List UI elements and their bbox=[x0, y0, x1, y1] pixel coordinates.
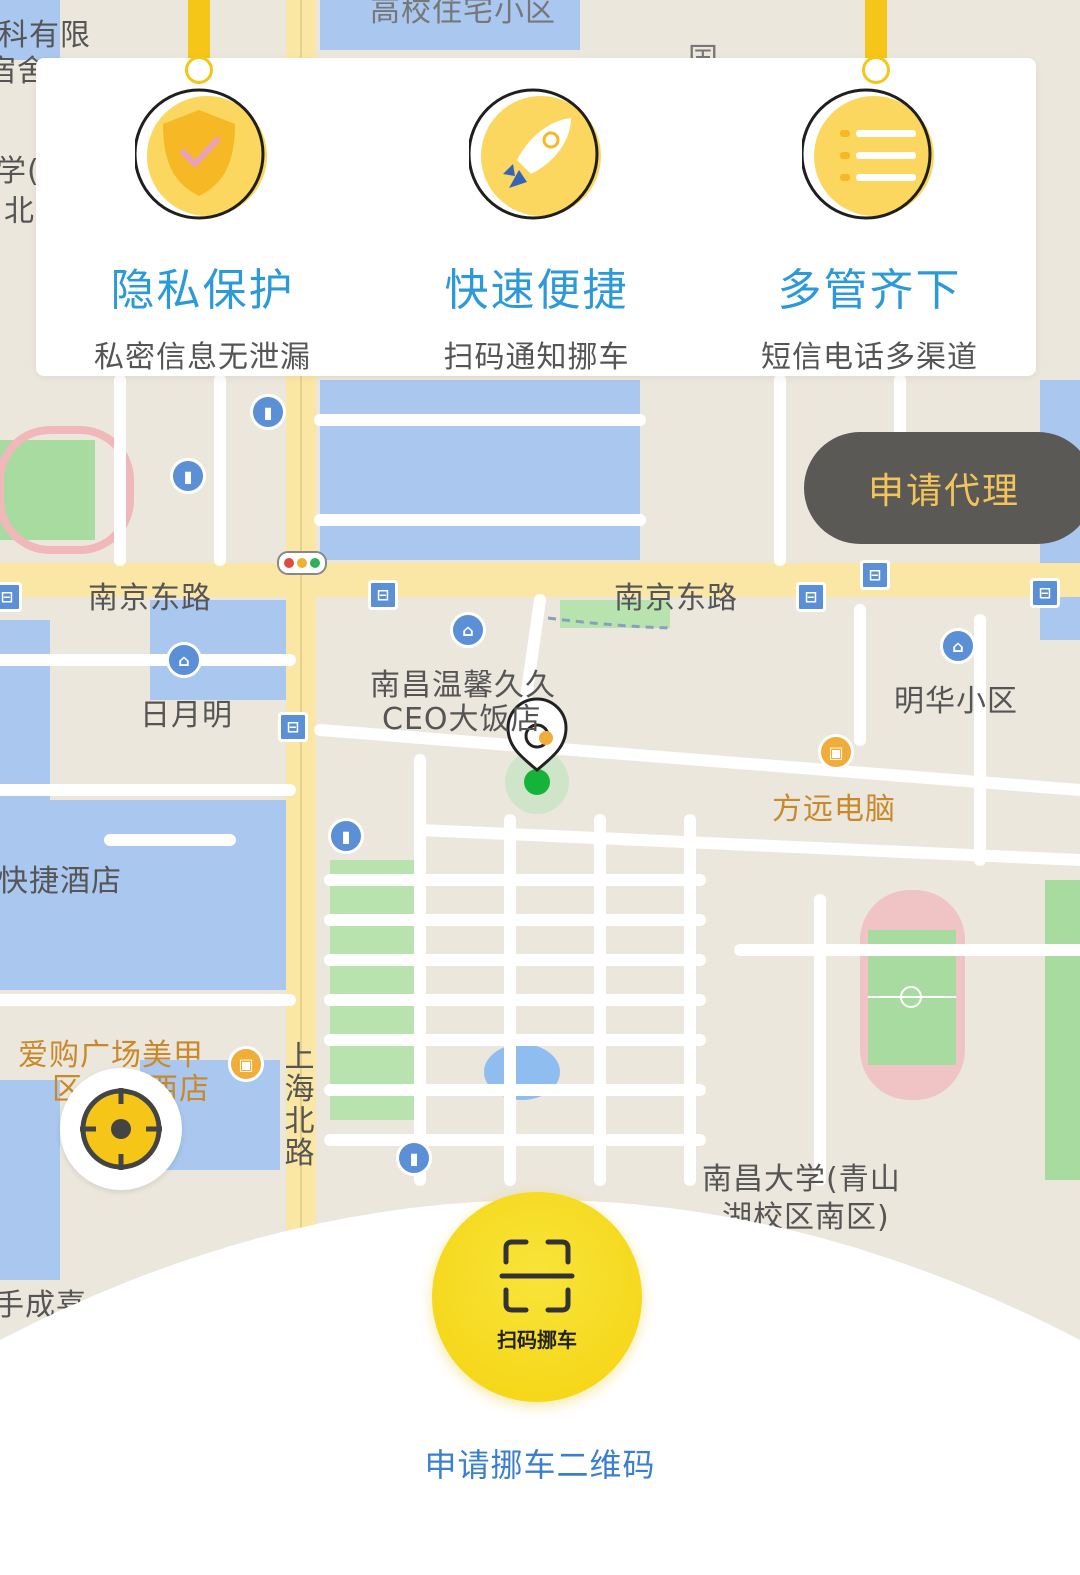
feature-privacy: 隐私保护 私密信息无泄漏 bbox=[36, 88, 369, 376]
road-label: 南京东路 bbox=[614, 581, 738, 616]
metro-icon[interactable]: ⊟ bbox=[278, 712, 308, 742]
map-label: 方远电脑 bbox=[772, 792, 896, 827]
apply-qr-code-link[interactable]: 申请挪车二维码 bbox=[0, 1440, 1080, 1486]
shop-icon[interactable]: ▣ bbox=[228, 1046, 264, 1082]
feature-subtitle: 短信电话多渠道 bbox=[761, 340, 978, 375]
map-label: 快捷酒店 bbox=[0, 864, 122, 899]
list-menu-icon bbox=[800, 88, 938, 224]
metro-icon[interactable]: ⊟ bbox=[860, 560, 890, 590]
bus-stop-icon[interactable]: ▮ bbox=[328, 818, 364, 854]
map-label: 北 bbox=[4, 194, 35, 229]
home-icon[interactable]: ⌂ bbox=[166, 642, 202, 678]
card-hanger-ring bbox=[862, 56, 890, 84]
bus-stop-icon[interactable]: ▮ bbox=[170, 458, 206, 494]
bus-stop-icon[interactable]: ▮ bbox=[250, 394, 286, 430]
metro-icon[interactable]: ⊟ bbox=[1030, 578, 1060, 608]
feature-subtitle: 私密信息无泄漏 bbox=[94, 340, 311, 375]
feature-card: 隐私保护 私密信息无泄漏 快速便捷 扫码通知挪车 多管齐下 短信电话多渠道 bbox=[36, 58, 1036, 376]
map-label: 日月明 bbox=[140, 698, 233, 733]
shop-icon[interactable]: ▣ bbox=[818, 734, 854, 770]
feature-fast: 快速便捷 扫码通知挪车 bbox=[370, 88, 703, 376]
metro-icon[interactable]: ⊟ bbox=[368, 580, 398, 610]
feature-multichannel: 多管齐下 短信电话多渠道 bbox=[703, 88, 1036, 376]
rocket-icon bbox=[467, 88, 605, 224]
scan-button-label: 扫码挪车 bbox=[497, 1328, 577, 1352]
map-label: 明华小区 bbox=[894, 684, 1018, 719]
road-label: 南京东路 bbox=[88, 581, 212, 616]
home-icon[interactable]: ⌂ bbox=[940, 628, 976, 664]
scan-move-car-button[interactable]: 扫码挪车 bbox=[432, 1192, 642, 1402]
apply-agent-button[interactable]: 申请代理 bbox=[804, 432, 1080, 544]
scan-icon bbox=[499, 1239, 575, 1313]
map-label: 高校住宅小区 bbox=[370, 0, 556, 29]
feature-subtitle: 扫码通知挪车 bbox=[443, 340, 630, 375]
feature-title: 快速便捷 bbox=[444, 265, 629, 316]
road-label: 上海北路 bbox=[284, 1040, 316, 1171]
feature-title: 隐私保护 bbox=[110, 265, 295, 316]
feature-title: 多管齐下 bbox=[777, 265, 962, 316]
hotel-icon[interactable]: ⌂ bbox=[450, 612, 486, 648]
card-hanger-ring bbox=[185, 56, 213, 84]
shield-check-icon bbox=[133, 88, 271, 224]
map-label: CEO大饭店 bbox=[382, 702, 542, 737]
map-label: 学( bbox=[0, 154, 40, 189]
metro-icon[interactable]: ⊟ bbox=[0, 582, 22, 612]
metro-icon[interactable]: ⊟ bbox=[796, 582, 826, 612]
